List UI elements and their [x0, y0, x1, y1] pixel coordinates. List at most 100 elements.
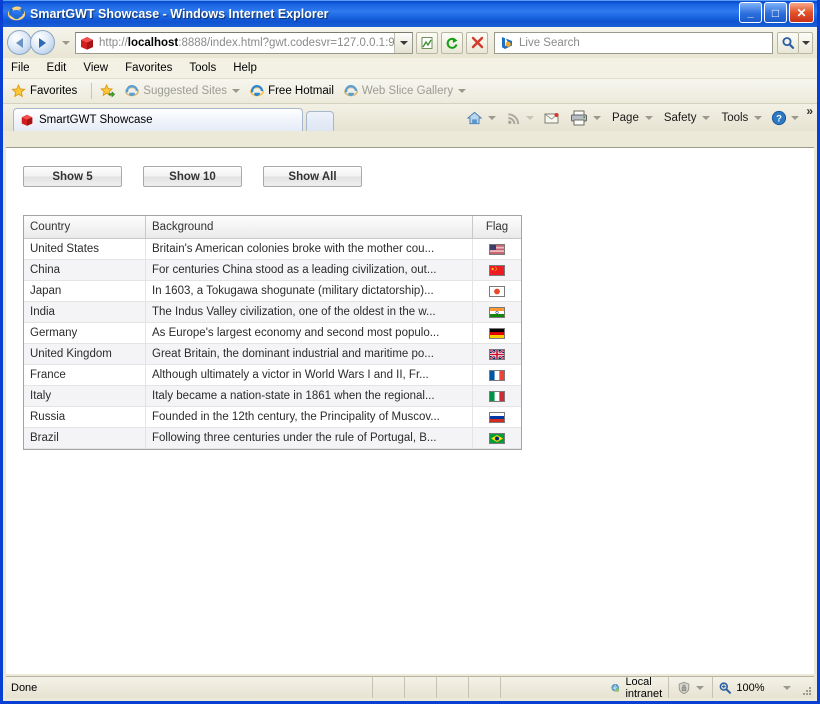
maximize-button[interactable]: □ [764, 2, 787, 23]
tab-smartgwt-showcase[interactable]: SmartGWT Showcase [13, 108, 303, 131]
feeds-icon [508, 112, 520, 124]
bing-icon [499, 36, 515, 50]
table-row[interactable]: Japan In 1603, a Tokugawa shogunate (mil… [24, 281, 521, 302]
protected-mode-indicator[interactable] [667, 677, 713, 698]
show-5-button[interactable]: Show 5 [23, 166, 122, 187]
cell-country: Russia [24, 407, 146, 427]
cell-flag [473, 281, 521, 301]
cell-background: The Indus Valley civilization, one of th… [146, 302, 473, 322]
status-segment [404, 677, 436, 698]
feeds-button[interactable] [506, 111, 534, 126]
cell-background: Italy became a nation-state in 1861 when… [146, 386, 473, 406]
table-row[interactable]: Russia Founded in the 12th century, the … [24, 407, 521, 428]
tools-menu-button[interactable]: Tools [721, 112, 763, 124]
stop-icon [471, 36, 483, 49]
star-add-icon [100, 84, 116, 98]
column-header-flag[interactable]: Flag [473, 216, 521, 238]
cell-flag [473, 428, 521, 448]
countries-grid: Country Background Flag United States Br… [23, 215, 522, 450]
table-row[interactable]: China For centuries China stood as a lea… [24, 260, 521, 281]
security-zone-label: Local intranet [625, 675, 663, 700]
minimize-button[interactable]: _ [739, 2, 762, 23]
resize-grip[interactable] [800, 677, 814, 698]
refresh-button[interactable] [441, 31, 463, 54]
search-provider-dropdown[interactable] [799, 31, 813, 54]
menu-item-file[interactable]: File [11, 62, 30, 74]
page-menu-button[interactable]: Page [612, 112, 653, 124]
menu-item-help[interactable]: Help [233, 62, 257, 74]
table-row[interactable]: Brazil Following three centuries under t… [24, 428, 521, 449]
table-row[interactable]: United States Britain's American colonie… [24, 239, 521, 260]
flag-brazil [489, 432, 505, 444]
chevron-down-icon [801, 40, 810, 45]
table-row[interactable]: Germany As Europe's largest economy and … [24, 323, 521, 344]
cell-flag [473, 365, 521, 385]
stop-button[interactable] [466, 31, 488, 54]
table-row[interactable]: India The Indus Valley civilization, one… [24, 302, 521, 323]
table-row[interactable]: France Although ultimately a victor in W… [24, 365, 521, 386]
back-button[interactable] [7, 30, 32, 55]
security-zone[interactable]: Local intranet [499, 675, 668, 700]
new-tab-button[interactable] [306, 111, 334, 131]
close-button[interactable]: ✕ [789, 2, 814, 23]
safety-menu-label: Safety [663, 112, 697, 124]
add-to-favorites-bar-button[interactable] [100, 84, 116, 98]
read-mail-button[interactable] [544, 112, 560, 125]
window-controls: _ □ ✕ [739, 2, 814, 23]
cell-flag [473, 386, 521, 406]
favorites-item-web-slice-gallery[interactable]: Web Slice Gallery [343, 84, 467, 98]
zoom-control[interactable]: 100% [712, 677, 800, 698]
chevron-down-icon [592, 116, 601, 120]
show-10-button[interactable]: Show 10 [143, 166, 242, 187]
smartgwt-icon [79, 35, 95, 51]
favorites-center-button[interactable]: Favorites [11, 84, 77, 98]
menu-item-edit[interactable]: Edit [47, 62, 67, 74]
window-title: SmartGWT Showcase - Windows Internet Exp… [30, 6, 329, 21]
flag-france [489, 369, 505, 381]
address-rest: :8888/index.html?gwt.codesvr=127.0.0.1:9… [178, 36, 394, 49]
page-button-row: Show 5 Show 10 Show All [23, 166, 383, 187]
print-button[interactable] [570, 110, 601, 126]
menu-item-favorites[interactable]: Favorites [125, 62, 172, 74]
ie-icon [250, 85, 264, 97]
cell-country: Japan [24, 281, 146, 301]
menu-item-tools[interactable]: Tools [189, 62, 216, 74]
cell-flag [473, 407, 521, 427]
table-row[interactable]: United Kingdom Great Britain, the domina… [24, 344, 521, 365]
cell-flag [473, 302, 521, 322]
favorites-item-label: Suggested Sites [143, 85, 228, 97]
command-bar: Page Safety Tools ? » [466, 105, 813, 129]
table-row[interactable]: Italy Italy became a nation-state in 186… [24, 386, 521, 407]
cell-flag [473, 323, 521, 343]
help-icon: ? [772, 110, 787, 126]
grid-body: United States Britain's American colonie… [24, 238, 521, 449]
column-header-background[interactable]: Background [146, 216, 473, 238]
search-box[interactable]: Live Search [494, 31, 773, 54]
cell-country: Italy [24, 386, 146, 406]
page-menu-label: Page [611, 112, 639, 124]
compatibility-view-button[interactable] [416, 31, 438, 54]
address-dropdown-button[interactable] [394, 32, 412, 53]
smartgwt-icon [21, 114, 33, 126]
favorites-item-suggested-sites[interactable]: Suggested Sites [125, 84, 241, 98]
column-header-country[interactable]: Country [24, 216, 146, 238]
star-icon [11, 84, 26, 98]
home-button[interactable] [466, 110, 496, 126]
tab-bar: SmartGWT Showcase Page Safety Tools ? » [3, 104, 817, 131]
cell-background: As Europe's largest economy and second m… [146, 323, 473, 343]
refresh-icon [446, 37, 458, 49]
menu-item-view[interactable]: View [83, 62, 108, 74]
show-all-button[interactable]: Show All [263, 166, 362, 187]
forward-button[interactable] [30, 30, 55, 55]
search-go-button[interactable] [777, 31, 799, 54]
command-bar-overflow-button[interactable]: » [806, 105, 813, 117]
chevron-down-icon [754, 116, 763, 120]
nav-arrow-group [7, 30, 55, 55]
recent-pages-button[interactable] [60, 40, 72, 45]
safety-menu-button[interactable]: Safety [664, 112, 711, 124]
menu-bar: File Edit View Favorites Tools Help [3, 58, 817, 79]
chevron-down-icon[interactable] [782, 685, 791, 690]
favorites-item-free-hotmail[interactable]: Free Hotmail [250, 84, 334, 98]
help-menu-button[interactable]: ? [771, 110, 800, 126]
address-bar[interactable]: http://localhost:8888/index.html?gwt.cod… [75, 31, 413, 54]
